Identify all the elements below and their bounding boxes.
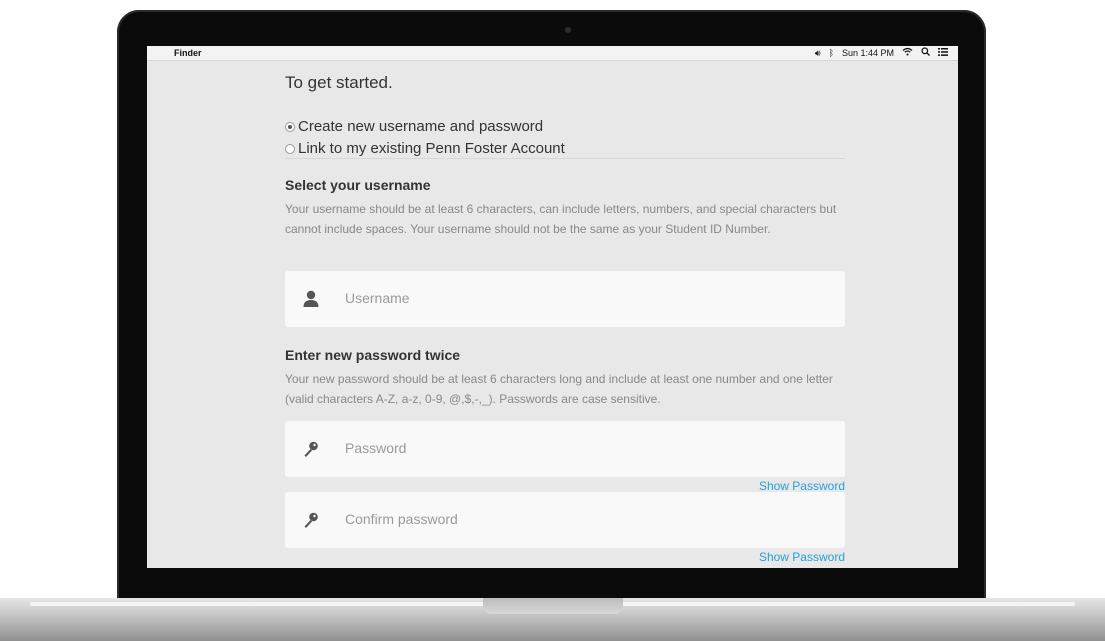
username-description: Your username should be at least 6 chara…: [285, 202, 837, 236]
menu-clock[interactable]: Sun 1:44 PM: [842, 46, 894, 60]
radio-button-checked[interactable]: [285, 121, 295, 132]
signup-form: To get started. Create new username and …: [147, 61, 958, 568]
camera-icon: [565, 27, 571, 33]
option-create-new-label: Create new username and password: [298, 118, 544, 135]
radio-button-unchecked[interactable]: [285, 143, 295, 154]
username-field[interactable]: Username: [285, 271, 845, 327]
app-name[interactable]: Finder: [174, 46, 202, 60]
spotlight-search-icon[interactable]: [921, 46, 930, 60]
laptop-thumb-notch: [483, 598, 623, 614]
confirm-password-field[interactable]: Confirm password: [285, 492, 845, 548]
menu-bar-status: 🔊︎ ᛒ Sun 1:44 PM: [815, 46, 948, 60]
password-section-title: Enter new password twice: [285, 347, 461, 363]
bluetooth-icon[interactable]: ᛒ: [829, 46, 834, 60]
speaker-volume-icon[interactable]: 🔊︎: [815, 46, 821, 60]
menu-bar: Finder 🔊︎ ᛒ Sun 1:44 PM: [147, 46, 958, 61]
username-section-title: Select your username: [285, 177, 431, 193]
option-create-new[interactable]: Create new username and password: [285, 118, 543, 135]
key-icon: [301, 510, 321, 530]
option-link-existing-label: Link to my existing Penn Foster Account: [298, 140, 565, 157]
divider: [285, 158, 845, 159]
show-confirm-password-link[interactable]: Show Password: [759, 550, 845, 564]
password-description: Your new password should be at least 6 c…: [285, 372, 833, 406]
wifi-icon[interactable]: [902, 46, 913, 60]
option-link-existing[interactable]: Link to my existing Penn Foster Account: [285, 140, 565, 157]
password-field[interactable]: Password: [285, 421, 845, 477]
show-password-link[interactable]: Show Password: [759, 479, 845, 493]
confirm-password-input[interactable]: Confirm password: [345, 511, 458, 527]
password-input[interactable]: Password: [345, 440, 406, 456]
username-input[interactable]: Username: [345, 290, 410, 306]
key-icon: [301, 439, 321, 459]
page-title: To get started.: [285, 73, 393, 92]
notification-list-icon[interactable]: [938, 46, 948, 60]
laptop-screen: Finder 🔊︎ ᛒ Sun 1:44 PM To get started. …: [147, 46, 958, 568]
user-icon: [301, 289, 321, 309]
